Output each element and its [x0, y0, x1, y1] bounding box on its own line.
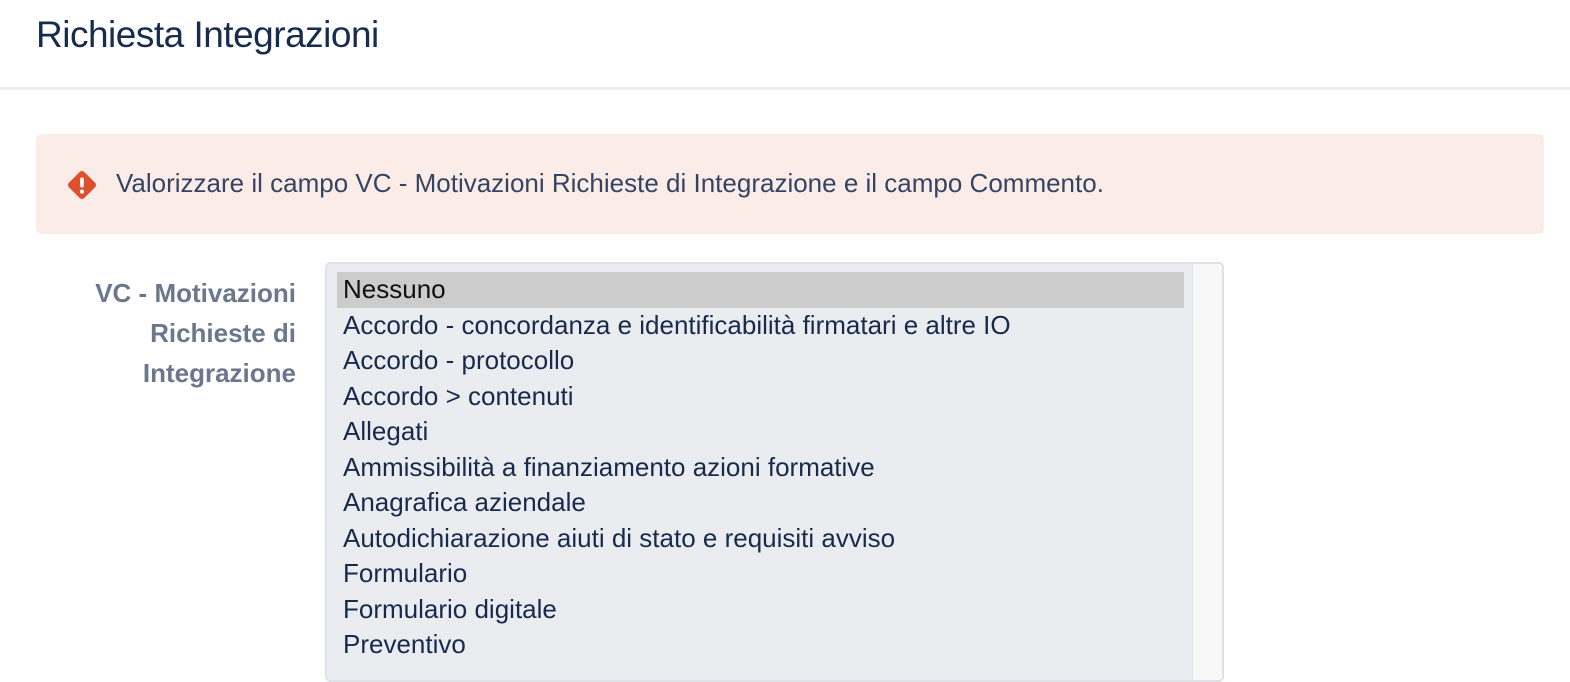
motivazioni-listbox[interactable]: Nessuno Accordo - concordanza e identifi…	[325, 262, 1224, 682]
option-anagrafica-aziendale[interactable]: Anagrafica aziendale	[337, 485, 1184, 521]
page-title: Richiesta Integrazioni	[36, 14, 379, 55]
option-formulario-digitale[interactable]: Formulario digitale	[337, 592, 1184, 628]
field-label-line: VC - Motivazioni	[95, 278, 296, 308]
option-autodichiarazione[interactable]: Autodichiarazione aiuti di stato e requi…	[337, 521, 1184, 557]
option-allegati[interactable]: Allegati	[337, 414, 1184, 450]
option-list: Nessuno Accordo - concordanza e identifi…	[337, 272, 1184, 663]
error-message: Valorizzare il campo VC - Motivazioni Ri…	[116, 168, 1104, 198]
error-diamond-icon	[68, 171, 96, 199]
option-nessuno[interactable]: Nessuno	[337, 272, 1184, 308]
motivazioni-field-label: VC - Motivazioni Richieste di Integrazio…	[40, 273, 296, 393]
option-accordo-protocollo[interactable]: Accordo - protocollo	[337, 343, 1184, 379]
option-formulario[interactable]: Formulario	[337, 556, 1184, 592]
option-ammissibilita[interactable]: Ammissibilità a finanziamento azioni for…	[337, 450, 1184, 486]
field-label-line: Richieste di	[150, 318, 296, 348]
page-header: Richiesta Integrazioni	[0, 0, 1570, 90]
option-preventivo[interactable]: Preventivo	[337, 627, 1184, 663]
listbox-scrollbar[interactable]	[1192, 264, 1222, 680]
option-accordo-contenuti[interactable]: Accordo > contenuti	[337, 379, 1184, 415]
option-accordo-concordanza[interactable]: Accordo - concordanza e identificabilità…	[337, 308, 1184, 344]
field-label-line: Integrazione	[142, 358, 296, 388]
